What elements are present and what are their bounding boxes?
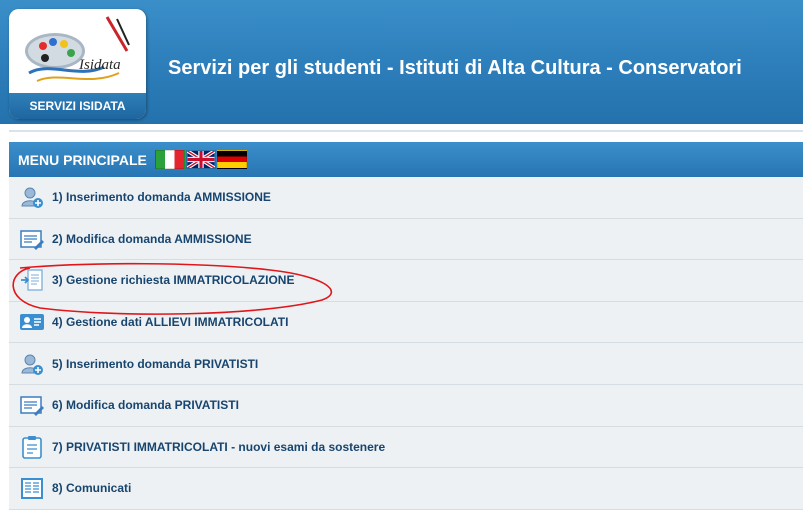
- menu-item-label: 5) Inserimento domanda PRIVATISTI: [52, 356, 259, 371]
- page-title: Servizi per gli studenti - Istituti di A…: [168, 57, 742, 79]
- menu-item-label: 8) Comunicati: [52, 481, 132, 496]
- logo-caption: SERVIZI ISIDATA: [9, 93, 146, 119]
- menu-item-comunicati[interactable]: 8) Comunicati: [9, 468, 803, 510]
- menu-item-privatisti-immatricolati[interactable]: 7) PRIVATISTI IMMATRICOLATI - nuovi esam…: [9, 426, 803, 469]
- isidata-logo[interactable]: Isidata SERVIZI ISIDATA: [9, 9, 146, 119]
- edit-document-icon: [20, 396, 44, 417]
- user-add-icon: [21, 187, 43, 209]
- menu-item-label: 4) Gestione dati ALLIEVI IMMATRICOLATI: [52, 315, 289, 330]
- menu-item-allievi-immatricolati[interactable]: 4) Gestione dati ALLIEVI IMMATRICOLATI: [9, 301, 803, 344]
- menu-item-label: 6) Modifica domanda PRIVATISTI: [52, 398, 239, 413]
- menu-item-inserimento-ammissione[interactable]: 1) Inserimento domanda AMMISSIONE: [9, 177, 803, 219]
- menu-header: MENU PRINCIPALE: [9, 142, 803, 177]
- menu-title: MENU PRINCIPALE: [18, 151, 147, 168]
- menu-item-gestione-immatricolazione[interactable]: 3) Gestione richiesta IMMATRICOLAZIONE: [9, 260, 803, 302]
- menu-item-modifica-ammissione[interactable]: 2) Modifica domanda AMMISSIONE: [9, 218, 803, 261]
- menu-item-label: 2) Modifica domanda AMMISSIONE: [52, 231, 252, 246]
- svg-text:Isidata: Isidata: [78, 57, 121, 73]
- newspaper-icon: [21, 478, 43, 500]
- user-add-icon: [21, 354, 43, 375]
- menu-item-label: 7) PRIVATISTI IMMATRICOLATI - nuovi esam…: [52, 439, 386, 454]
- flag-italy-icon[interactable]: [154, 150, 185, 169]
- menu-item-label: 3) Gestione richiesta IMMATRICOLAZIONE: [52, 273, 295, 288]
- header-divider: [9, 130, 803, 132]
- palette-logo-icon: Isidata: [9, 9, 146, 93]
- enrollment-document-icon: [21, 269, 43, 292]
- menu-item-label: 1) Inserimento domanda AMMISSIONE: [52, 190, 271, 205]
- id-card-icon: [20, 314, 44, 331]
- edit-document-icon: [20, 230, 44, 250]
- flag-uk-icon[interactable]: [185, 150, 216, 169]
- menu-item-inserimento-privatisti[interactable]: 5) Inserimento domanda PRIVATISTI: [9, 343, 803, 385]
- app-header: Isidata SERVIZI ISIDATA Servizi per gli …: [0, 0, 803, 124]
- main-menu: MENU PRINCIPALE 1) Inserimento domanda A…: [9, 142, 803, 510]
- flag-germany-icon[interactable]: [216, 150, 247, 169]
- clipboard-icon: [22, 435, 42, 459]
- menu-item-modifica-privatisti[interactable]: 6) Modifica domanda PRIVATISTI: [9, 384, 803, 427]
